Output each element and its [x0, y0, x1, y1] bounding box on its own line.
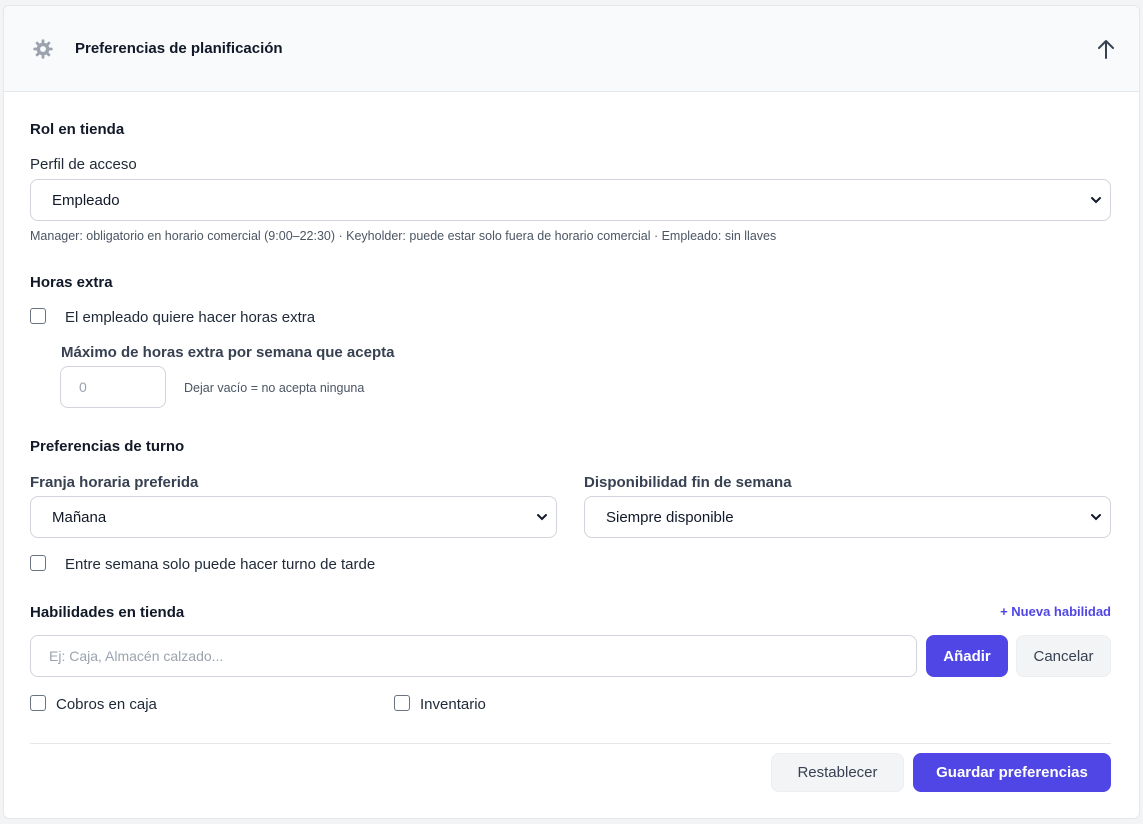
skill-checkbox-inventario[interactable]	[394, 695, 410, 711]
profile-select[interactable]: Empleado	[30, 179, 1111, 221]
overtime-max-placeholder: 0	[79, 379, 87, 395]
overtime-max-label: Máximo de horas extra por semana que ace…	[61, 344, 395, 361]
profile-hint: Manager: obligatorio en horario comercia…	[30, 229, 777, 243]
rol-section-title: Rol en tienda	[30, 121, 125, 138]
add-skill-button[interactable]: Añadir	[926, 635, 1008, 677]
card-title: Preferencias de planificación	[75, 40, 283, 57]
weekday-afternoon-checkbox[interactable]	[30, 555, 46, 571]
overtime-checkbox[interactable]	[30, 308, 46, 324]
overtime-max-input[interactable]: 0	[60, 366, 166, 408]
overtime-section-title: Horas extra	[30, 274, 113, 291]
skill-input-placeholder: Ej: Caja, Almacén calzado...	[49, 648, 224, 664]
collapse-button[interactable]	[1091, 34, 1121, 64]
skill-label-inventario: Inventario	[420, 696, 486, 713]
weekend-select[interactable]: Siempre disponible	[584, 496, 1111, 538]
slot-select[interactable]: Mañana	[30, 496, 557, 538]
skill-checkbox-cobros[interactable]	[30, 695, 46, 711]
gear-icon	[33, 39, 53, 59]
skill-label-cobros: Cobros en caja	[56, 696, 157, 713]
overtime-checkbox-label: El empleado quiere hacer horas extra	[65, 309, 316, 326]
shift-section-title: Preferencias de turno	[30, 438, 185, 455]
scheduling-preferences-card: Preferencias de planificación Rol en tie…	[3, 5, 1140, 819]
footer-divider	[30, 743, 1111, 744]
profile-select-value: Empleado	[52, 191, 120, 209]
arrow-up-icon	[1098, 40, 1114, 59]
slot-select-value: Mañana	[52, 508, 107, 526]
skills-section-title: Habilidades en tienda	[30, 604, 185, 621]
overtime-max-hint: Dejar vacío = no acepta ninguna	[184, 381, 365, 395]
chevron-down-icon	[1091, 197, 1101, 204]
chevron-down-icon	[1091, 514, 1101, 521]
slot-label: Franja horaria preferida	[30, 474, 199, 491]
card-header[interactable]: Preferencias de planificación	[4, 6, 1139, 92]
weekend-label: Disponibilidad fin de semana	[584, 474, 792, 491]
chevron-down-icon	[537, 514, 547, 521]
weekday-afternoon-label: Entre semana solo puede hacer turno de t…	[65, 556, 376, 573]
new-skill-link[interactable]: + Nueva habilidad	[1000, 604, 1111, 619]
save-preferences-button[interactable]: Guardar preferencias	[913, 753, 1111, 792]
reset-button[interactable]: Restablecer	[771, 753, 904, 792]
weekend-select-value: Siempre disponible	[606, 508, 734, 526]
cancel-skill-button[interactable]: Cancelar	[1016, 635, 1111, 677]
profile-label: Perfil de acceso	[30, 156, 137, 173]
skill-input[interactable]: Ej: Caja, Almacén calzado...	[30, 635, 917, 677]
